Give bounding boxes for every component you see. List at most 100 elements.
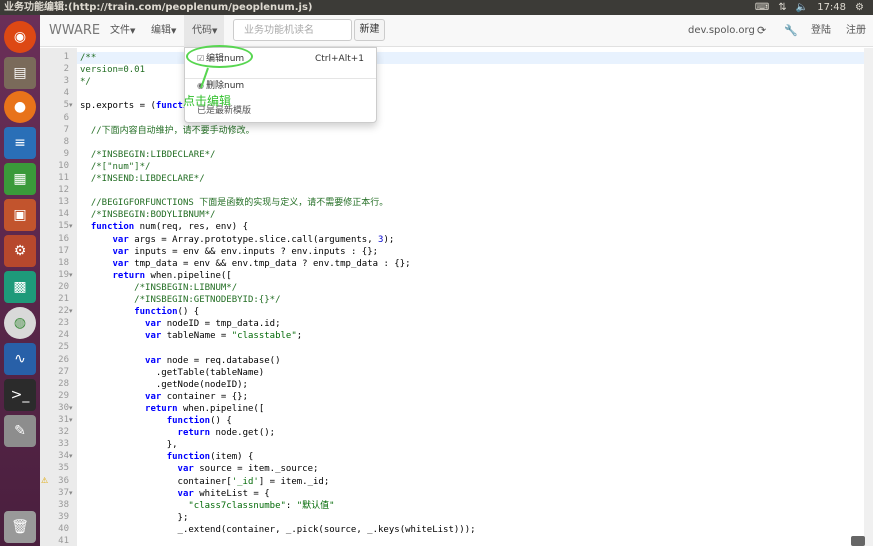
launcher-sidebar: ◉ ▤ ● ≡ ▦ ▣ ⚙ ▩ ◍ ∿ >_ ✎ 🗑: [0, 15, 40, 546]
line-number: 14: [58, 209, 69, 220]
chrome-icon[interactable]: ◍: [4, 307, 36, 339]
fold-arrow-icon[interactable]: ▾: [69, 101, 73, 109]
files-icon[interactable]: ▤: [4, 57, 36, 89]
code-line[interactable]: //下面内容自动维护，请不要手动修改。: [80, 125, 255, 137]
code-line[interactable]: /*["num"]*/: [80, 161, 151, 173]
code-line[interactable]: "class7classnumbe": "默认值": [80, 500, 334, 512]
code-line[interactable]: version=0.01: [80, 64, 145, 76]
code-line[interactable]: return node.get();: [80, 427, 276, 439]
fold-arrow-icon[interactable]: ▾: [69, 404, 73, 412]
fold-arrow-icon[interactable]: ▾: [69, 489, 73, 497]
code-line[interactable]: return when.pipeline([: [80, 403, 264, 415]
click-highlight-circle: [186, 45, 253, 68]
code-line[interactable]: sp.exports = (function: [80, 100, 199, 112]
volume-icon[interactable]: 🔈: [796, 0, 808, 15]
code-line[interactable]: function() {: [80, 415, 232, 427]
fold-arrow-icon[interactable]: ▾: [69, 307, 73, 315]
power-icon[interactable]: ⚙: [855, 0, 864, 15]
firefox-icon[interactable]: ●: [4, 91, 36, 123]
code-line[interactable]: var tmp_data = env && env.tmp_data ? env…: [80, 258, 411, 270]
code-line[interactable]: */: [80, 76, 91, 88]
code-line[interactable]: _.extend(container, _.pick(source, _.key…: [80, 524, 476, 536]
caret-down-icon: ▼: [212, 27, 218, 35]
ubuntu-logo-icon[interactable]: ◉: [4, 21, 36, 53]
line-number: 11: [58, 173, 69, 183]
line-number: 23: [58, 318, 69, 329]
fold-arrow-icon[interactable]: ▾: [69, 222, 73, 230]
vertical-scrollbar[interactable]: [864, 48, 873, 546]
line-number: 29: [58, 390, 69, 401]
clock[interactable]: 17:48: [817, 0, 846, 15]
line-number: 31: [58, 415, 69, 425]
menu-code[interactable]: 代码▼: [184, 15, 224, 47]
fold-arrow-icon[interactable]: ▾: [69, 452, 73, 460]
settings-icon[interactable]: ⚙: [4, 235, 36, 267]
annotation-text: 点击编辑: [183, 94, 232, 108]
scroll-corner: [851, 536, 865, 546]
register-link[interactable]: 注册: [846, 15, 866, 47]
code-line[interactable]: /**: [80, 52, 96, 64]
app-grid-icon[interactable]: ▩: [4, 271, 36, 303]
search-input[interactable]: [233, 19, 352, 41]
code-line[interactable]: var source = item._source;: [80, 463, 319, 475]
calc-icon[interactable]: ▦: [4, 163, 36, 195]
code-line[interactable]: function num(req, res, env) {: [80, 221, 248, 233]
line-number: 38: [58, 499, 69, 510]
code-line[interactable]: var nodeID = tmp_data.id;: [80, 318, 280, 330]
code-editor[interactable]: 1 2 3 4 5 ▾ 6 7 8 9 10 11 12 13 14 15 ▾ 16 17 18 19 ▾ 20 21 22 ▾ 2…: [40, 48, 873, 546]
code-line[interactable]: var args = Array.prototype.slice.call(ar…: [80, 234, 395, 246]
line-number: 35: [58, 463, 69, 474]
network-icon[interactable]: ⇅: [778, 0, 786, 15]
fold-arrow-icon[interactable]: ▾: [69, 416, 73, 424]
line-number: 8: [63, 136, 69, 147]
menu-file[interactable]: 文件▼: [110, 15, 135, 47]
line-number: 21: [58, 294, 69, 304]
refresh-icon[interactable]: ⟳: [757, 15, 766, 47]
code-line[interactable]: function(item) {: [80, 451, 254, 463]
code-line[interactable]: .getTable(tableName): [80, 367, 264, 379]
trash-icon[interactable]: 🗑: [4, 511, 36, 543]
line-number: 20: [58, 281, 69, 292]
code-line[interactable]: /*INSBEGIN:LIBNUM*/: [80, 282, 237, 294]
brand-logo[interactable]: WWARE: [49, 15, 100, 47]
wrench-icon[interactable]: 🔧: [784, 15, 798, 47]
terminal-icon[interactable]: >_: [4, 379, 36, 411]
code-line[interactable]: function() {: [80, 306, 199, 318]
text-editor-icon[interactable]: ✎: [4, 415, 36, 447]
code-line[interactable]: var node = req.database(): [80, 355, 280, 367]
code-line[interactable]: /*INSBEGIN:BODYLIBNUM*/: [80, 209, 216, 221]
code-line[interactable]: //BEGIGFORFUNCTIONS 下面是函数的实现与定义，请不需要修正本行…: [80, 197, 388, 209]
code-line[interactable]: /*INSBEGIN:GETNODEBYID:{}*/: [80, 294, 280, 306]
line-number: 12: [58, 185, 69, 196]
line-number: 1: [63, 52, 69, 62]
line-number: 5: [63, 100, 69, 111]
code-line[interactable]: return when.pipeline([: [80, 270, 232, 282]
menu-edit[interactable]: 编辑▼: [151, 15, 176, 47]
code-line[interactable]: var whiteList = {: [80, 488, 270, 500]
writer-icon[interactable]: ≡: [4, 127, 36, 159]
keyboard-icon[interactable]: ⌨: [755, 0, 769, 15]
impress-icon[interactable]: ▣: [4, 199, 36, 231]
fold-arrow-icon[interactable]: ▾: [69, 271, 73, 279]
line-number: 13: [58, 197, 69, 208]
code-line[interactable]: var inputs = env && env.inputs ? env.inp…: [80, 246, 379, 258]
host-link[interactable]: dev.spolo.org: [688, 15, 755, 47]
line-number: 33: [58, 439, 69, 450]
line-number: 26: [58, 354, 69, 365]
code-line[interactable]: /*INSEND:LIBDECLARE*/: [80, 173, 205, 185]
system-monitor-icon[interactable]: ∿: [4, 343, 36, 375]
new-button[interactable]: 新建: [354, 19, 385, 41]
code-line[interactable]: var tableName = "classtable";: [80, 330, 302, 342]
window-title: 业务功能编辑:(http://train.com/peoplenum/peopl…: [4, 2, 313, 13]
code-line[interactable]: /*INSBEGIN:LIBDECLARE*/: [80, 149, 216, 161]
menu-code-label: 代码: [192, 25, 212, 36]
login-link[interactable]: 登陆: [811, 15, 831, 47]
code-line[interactable]: },: [80, 439, 178, 451]
line-number: 16: [58, 233, 69, 244]
code-line[interactable]: container['_id'] = item._id;: [80, 476, 330, 488]
code-line[interactable]: };: [80, 512, 189, 524]
code-line[interactable]: var container = {};: [80, 391, 248, 403]
warning-icon[interactable]: ⚠: [41, 476, 48, 485]
line-number: 41: [58, 536, 69, 546]
code-line[interactable]: .getNode(nodeID);: [80, 379, 248, 391]
